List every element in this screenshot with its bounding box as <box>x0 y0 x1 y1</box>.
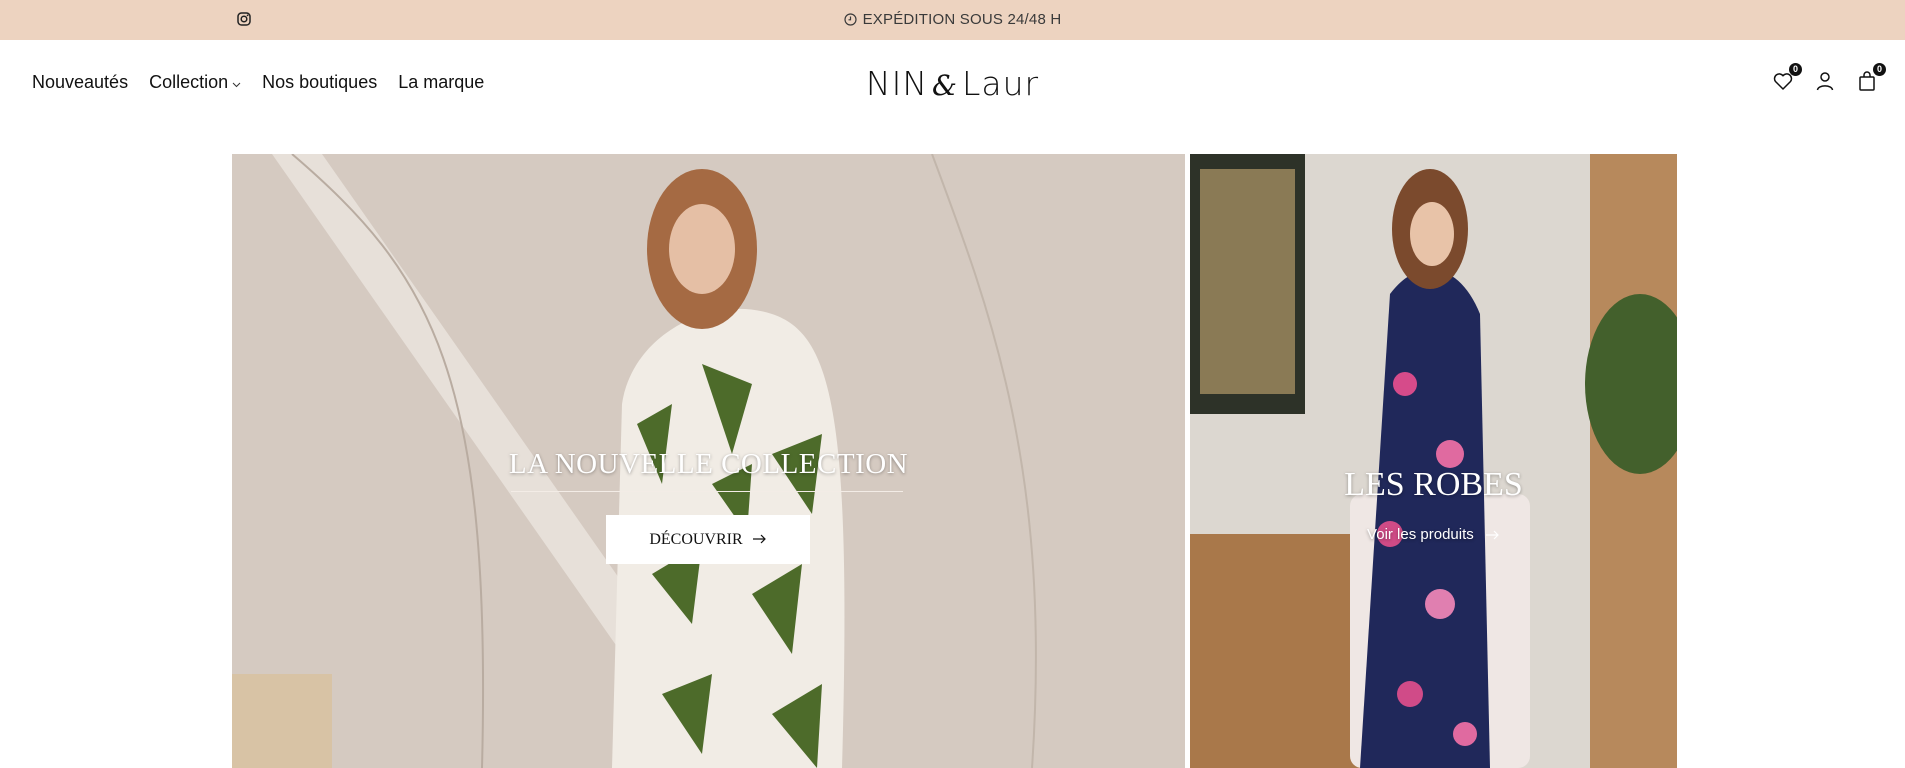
arrow-right-icon <box>752 531 767 549</box>
site-header: Nouveautés Collection Nos boutiques La m… <box>0 40 1905 154</box>
clock-icon <box>843 13 857 30</box>
logo-part2: Laur <box>961 64 1040 103</box>
view-products-label: Voir les produits <box>1367 526 1474 543</box>
shipping-message: EXPÉDITION SOUS 24/48 H <box>0 11 1905 30</box>
announcement-bar: EXPÉDITION SOUS 24/48 H <box>0 0 1905 40</box>
title-underline <box>511 491 903 492</box>
hero-right-title: LES ROBES <box>1344 466 1523 503</box>
hero-left-title: LA NOUVELLE COLLECTION <box>508 448 909 480</box>
hero-banner-new-collection[interactable]: LA NOUVELLE COLLECTION DÉCOUVRIR <box>232 154 1185 768</box>
arrow-right-icon <box>1478 526 1500 543</box>
logo-ampersand: & <box>932 69 958 102</box>
wishlist-icon[interactable]: 0 <box>1771 63 1802 93</box>
wishlist-count-badge: 0 <box>1789 63 1802 76</box>
discover-button-label: DÉCOUVRIR <box>649 530 743 548</box>
logo-part1: NIN <box>865 64 929 103</box>
hero-banner-dresses[interactable]: LES ROBES Voir les produits <box>1190 154 1677 768</box>
cart-count-badge: 0 <box>1873 63 1886 76</box>
header-icons: 0 0 <box>1771 63 1886 93</box>
cart-icon[interactable]: 0 <box>1855 63 1886 93</box>
shipping-text: EXPÉDITION SOUS 24/48 H <box>862 11 1062 28</box>
hero-right-image <box>1190 154 1677 768</box>
view-products-link[interactable]: Voir les produits <box>1190 526 1677 543</box>
account-icon[interactable] <box>1813 69 1837 93</box>
brand-logo[interactable]: NIN & Laur <box>0 64 1905 103</box>
discover-button[interactable]: DÉCOUVRIR <box>606 515 810 564</box>
